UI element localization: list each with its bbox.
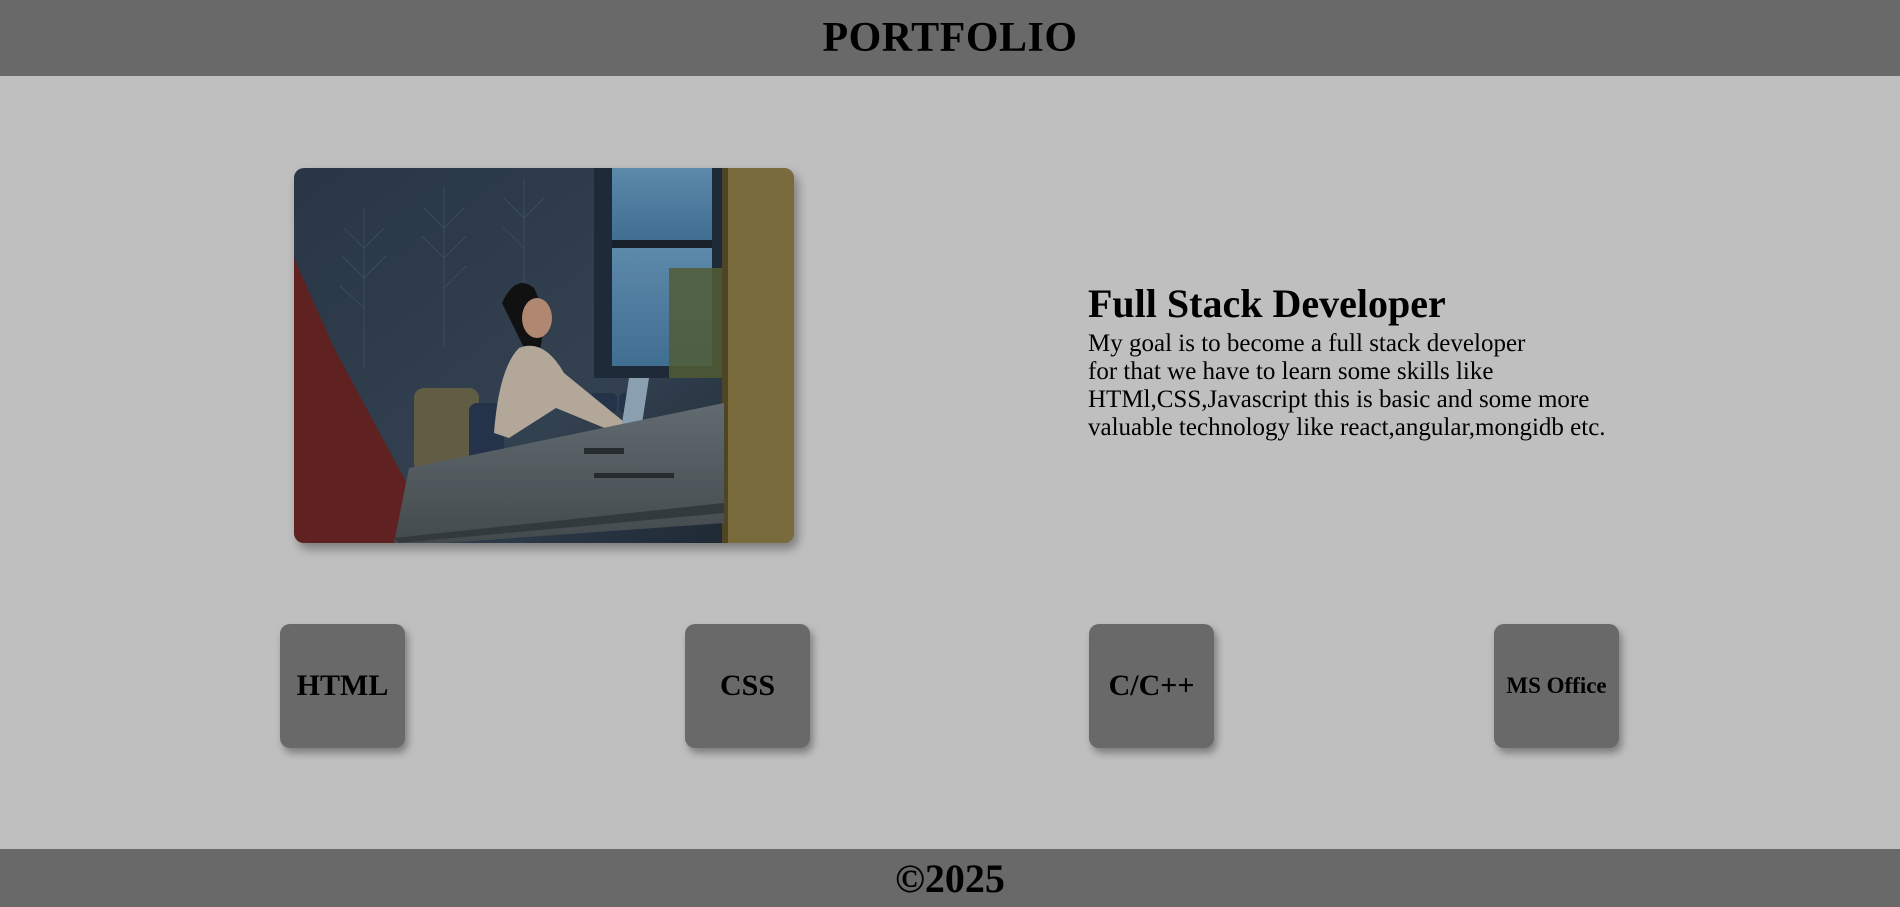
- skill-card-c-cpp[interactable]: C/C++: [1089, 624, 1214, 748]
- skill-card-ms-office[interactable]: MS Office: [1494, 624, 1619, 748]
- intro-line: HTMl,CSS,Javascript this is basic and so…: [1088, 386, 1590, 413]
- hero-photo: [294, 168, 794, 543]
- intro-line: My goal is to become a full stack develo…: [1088, 330, 1526, 357]
- site-header: PORTFOLIO: [0, 0, 1900, 76]
- skill-card-css[interactable]: CSS: [685, 624, 810, 748]
- page-title: PORTFOLIO: [822, 15, 1078, 61]
- site-footer: ©2025: [0, 849, 1900, 907]
- role-heading: Full Stack Developer: [1088, 281, 1446, 326]
- skill-card-html[interactable]: HTML: [280, 624, 405, 748]
- intro-line: for that we have to learn some skills li…: [1088, 358, 1494, 385]
- intro-line: valuable technology like react,angular,m…: [1088, 414, 1606, 441]
- copyright-text: ©2025: [895, 855, 1005, 901]
- intro-section: Full Stack Developer My goal is to becom…: [1088, 278, 1728, 442]
